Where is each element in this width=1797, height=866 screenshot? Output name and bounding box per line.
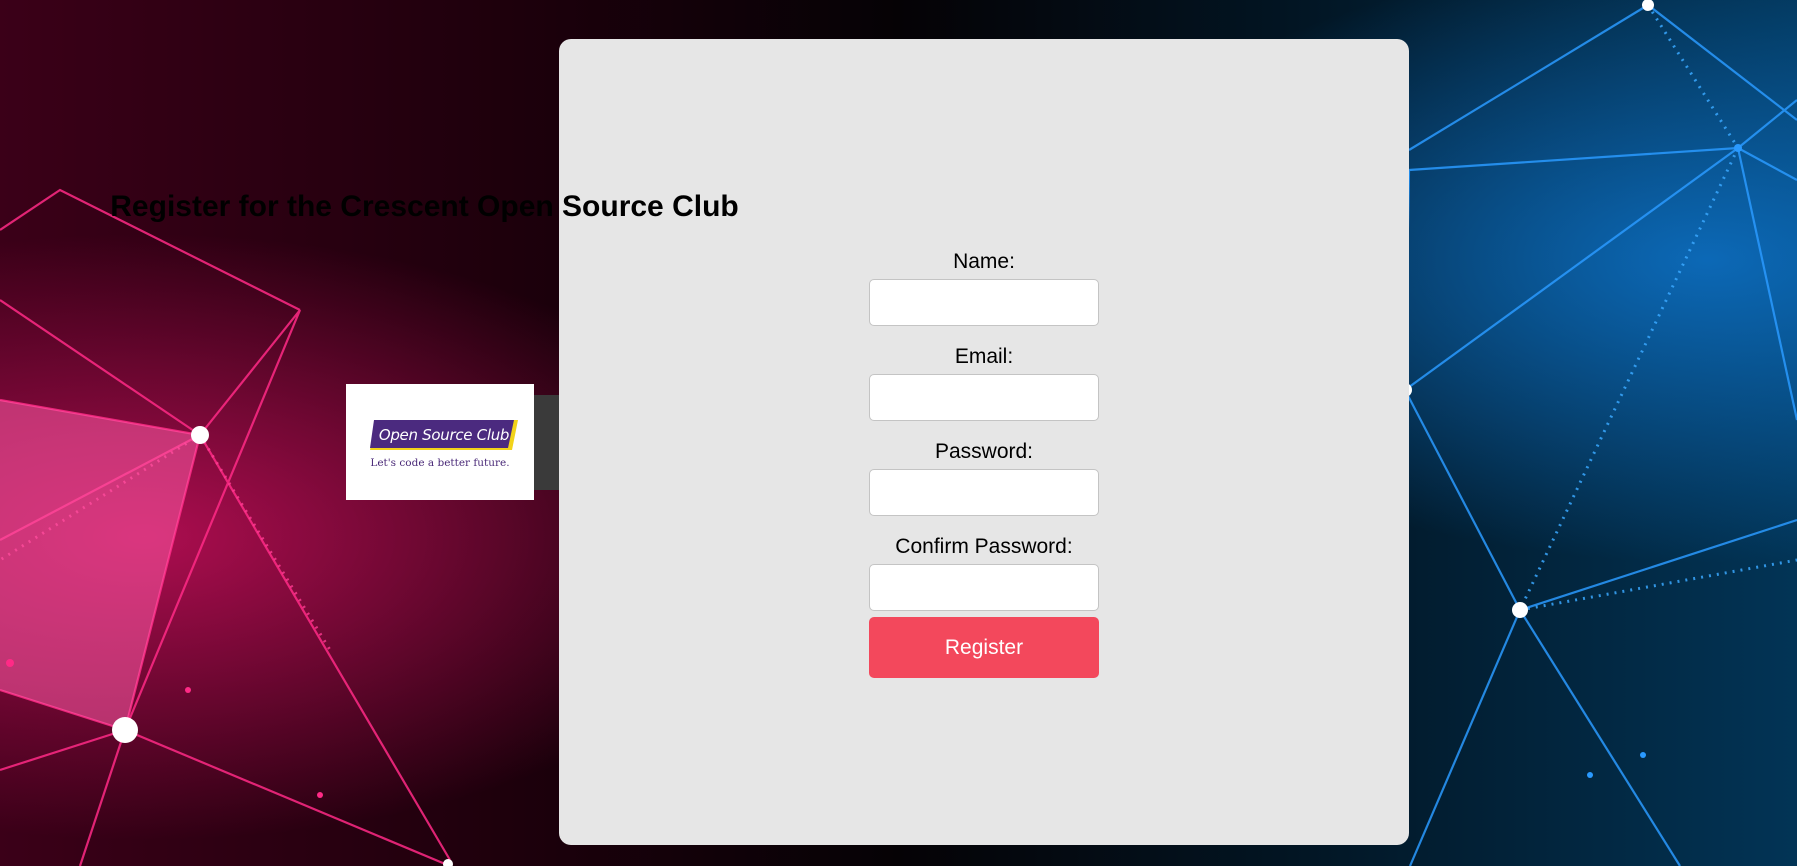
registration-form: Name: Email: Password: Confirm Password:… [868,245,1100,678]
confirm-password-input[interactable] [869,564,1099,611]
email-input[interactable] [869,374,1099,421]
password-field-group: Password: [868,435,1100,516]
page-title: Register for the Crescent Open Source Cl… [110,190,739,223]
logo-side-tab [534,395,560,490]
name-field-group: Name: [868,245,1100,326]
password-label: Password: [934,440,1034,463]
confirm-password-label: Confirm Password: [895,535,1073,558]
email-field-group: Email: [868,340,1100,421]
email-label: Email: [954,345,1014,368]
logo-name: Open Source Club [378,426,510,444]
logo-tagline: Let's code a better future. [370,457,510,469]
register-button[interactable]: Register [869,617,1099,678]
name-input[interactable] [869,279,1099,326]
password-input[interactable] [869,469,1099,516]
club-logo: Open Source Club Let's code a better fut… [346,384,534,500]
name-label: Name: [953,250,1015,273]
confirm-password-field-group: Confirm Password: [868,530,1100,611]
